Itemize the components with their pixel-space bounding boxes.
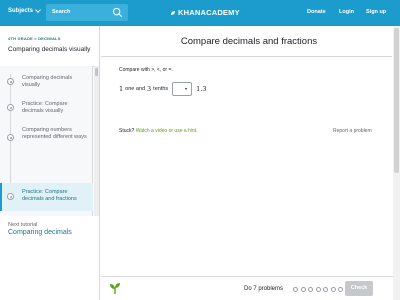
progress-dot bbox=[315, 287, 321, 292]
sprout-icon bbox=[110, 283, 120, 294]
tutorial-title: Comparing decimals visually bbox=[8, 46, 91, 53]
subjects-menu[interactable]: Subjects bbox=[8, 7, 41, 14]
sidebar-item-label: Practice: Compare decimals visually bbox=[22, 101, 68, 114]
sidebar-item-practice-compare-decimals-fractions[interactable]: Practice: Compare decimals and fractions bbox=[0, 183, 93, 211]
page-scrollbar[interactable] bbox=[393, 26, 400, 300]
scrollbar-thumb[interactable] bbox=[95, 68, 98, 76]
progress-dot bbox=[330, 287, 336, 292]
progress-dot bbox=[308, 287, 313, 292]
next-tutorial-link[interactable]: Comparing decimals bbox=[8, 229, 72, 236]
chevron-down-icon bbox=[35, 7, 41, 13]
decimal-value: 1.3 bbox=[196, 85, 207, 93]
tutorial-sidebar: 4TH GRADE > DECIMALS Comparing decimals … bbox=[0, 26, 100, 300]
hint-row: Stuck? Watch a video or use a hint. bbox=[119, 128, 197, 134]
progress-dot bbox=[323, 287, 328, 292]
scrollbar-thumb[interactable] bbox=[394, 28, 399, 173]
sidebar-item-label: Comparing decimals visually bbox=[22, 75, 73, 88]
leaf-icon bbox=[171, 10, 175, 15]
exercise-node-icon bbox=[7, 104, 14, 111]
exercise-title: Compare decimals and fractions bbox=[180, 36, 318, 47]
subjects-label: Subjects bbox=[8, 8, 34, 14]
stuck-label: Stuck? bbox=[119, 128, 135, 134]
video-node-icon bbox=[7, 134, 14, 141]
goal-text: Do 7 problems bbox=[244, 286, 284, 292]
login-link[interactable]: Login bbox=[339, 9, 354, 15]
search-input[interactable]: Search bbox=[52, 9, 70, 15]
progress-dots bbox=[293, 287, 343, 292]
sidebar-item-label: Practice: Compare decimals and fractions bbox=[22, 189, 77, 202]
exercise-footer: Do 7 problems Check bbox=[101, 276, 393, 300]
report-problem-link[interactable]: Report a problem bbox=[333, 128, 372, 134]
signup-link[interactable]: Sign up bbox=[366, 9, 386, 15]
word-text: tenths bbox=[153, 86, 169, 92]
khan-academy-logo[interactable]: KHANACADEMY bbox=[170, 8, 240, 17]
tenths-number: 3 bbox=[147, 85, 152, 93]
word-text: one and bbox=[125, 86, 146, 92]
sidebar-item-video-comparing-numbers[interactable]: Comparing numbers represented different … bbox=[0, 126, 93, 156]
check-button[interactable]: Check bbox=[345, 281, 373, 296]
search-box[interactable]: Search bbox=[46, 4, 128, 21]
logo-text: KHANACADEMY bbox=[178, 8, 240, 17]
progress-dot bbox=[300, 287, 306, 292]
comparison-dropdown[interactable] bbox=[172, 82, 193, 96]
sidebar-item-label: Comparing numbers represented different … bbox=[22, 127, 87, 140]
donate-link[interactable]: Donate bbox=[307, 9, 326, 15]
progress-dot bbox=[293, 287, 298, 292]
problem-statement: 1 one and 3 tenths 1.3 bbox=[119, 82, 207, 96]
sidebar-item-practice-compare-visually[interactable]: Practice: Compare decimals visually bbox=[0, 100, 93, 122]
whole-number: 1 bbox=[119, 85, 124, 93]
top-nav-bar: Subjects Search KHANACADEMY Donate Login… bbox=[0, 0, 400, 26]
video-node-icon bbox=[7, 78, 14, 85]
tutorial-item-list: Comparing decimals visually Practice: Co… bbox=[0, 66, 93, 216]
sidebar-scrollbar[interactable] bbox=[94, 66, 99, 216]
problem-instruction: Compare with >, <, or =. bbox=[119, 67, 173, 73]
exercise-node-icon bbox=[7, 193, 14, 200]
breadcrumb[interactable]: 4TH GRADE > DECIMALS bbox=[8, 36, 61, 41]
next-tutorial-label: Next tutorial bbox=[8, 222, 38, 228]
divider bbox=[101, 56, 392, 57]
search-icon[interactable] bbox=[112, 7, 123, 18]
hint-link[interactable]: Watch a video or use a hint. bbox=[136, 128, 198, 134]
sidebar-item-video-comparing-decimals[interactable]: Comparing decimals visually bbox=[0, 74, 93, 96]
progress-dot bbox=[338, 287, 343, 292]
